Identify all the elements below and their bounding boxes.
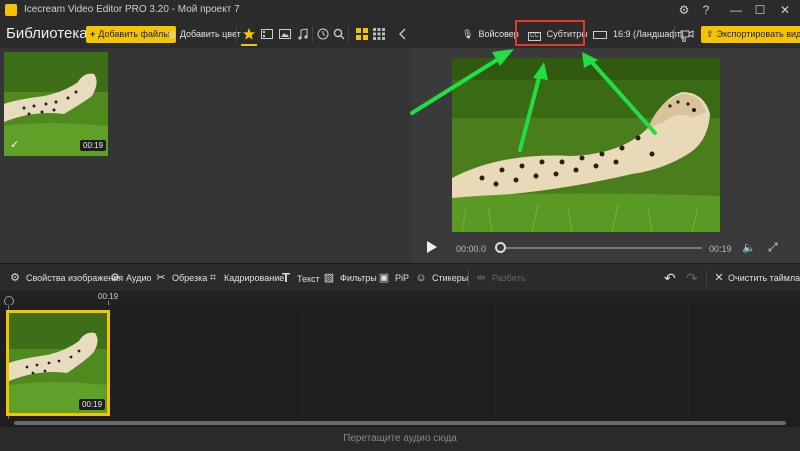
arrow-middle-shaft (518, 72, 542, 152)
annotation-arrows (410, 49, 657, 152)
arrow-left-shaft (410, 56, 502, 115)
arrow-middle-head (533, 62, 548, 80)
arrow-right-shaft (588, 58, 657, 135)
arrow-left-head (492, 49, 514, 66)
